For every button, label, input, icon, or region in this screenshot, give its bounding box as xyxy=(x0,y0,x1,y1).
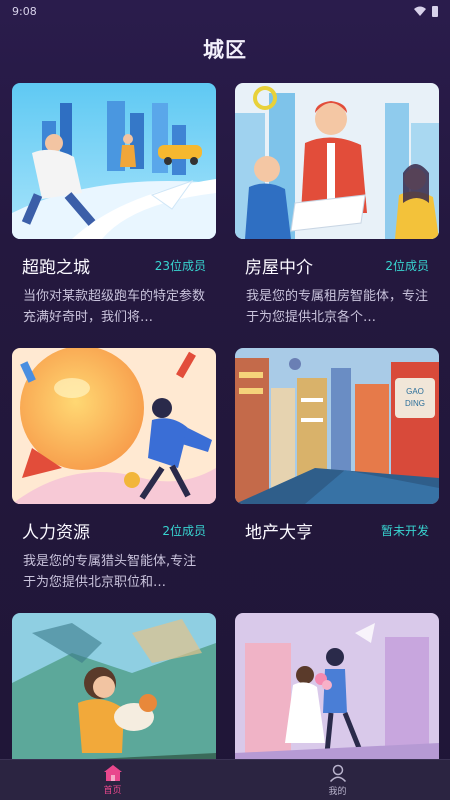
card-district-5[interactable] xyxy=(12,613,216,760)
tab-home-label: 首页 xyxy=(103,785,122,796)
svg-text:DING: DING xyxy=(405,399,425,408)
card-title: 超跑之城 xyxy=(22,258,90,278)
member-count-badge: 2位成员 xyxy=(162,524,206,538)
card-image: GAO DING xyxy=(235,348,439,504)
status-time: 9:08 xyxy=(12,4,37,18)
card-description xyxy=(235,551,439,593)
member-count-badge: 23位成员 xyxy=(154,259,206,273)
card-image xyxy=(12,83,216,239)
card-description: 当你对某款超级跑车的特定参数充满好奇时，我们将… xyxy=(23,289,206,325)
card-housing-agency[interactable]: 房屋中介 2位成员 我是您的专属租房智能体，专注于为您提供北京各个… xyxy=(235,83,439,328)
district-grid: 超跑之城 23位成员 当你对某款超级跑车的特定参数充满好奇时，我们将… 房屋中介… xyxy=(12,83,439,760)
card-title: 人力资源 xyxy=(22,523,90,543)
bottom-tab-bar: 首页 我的 xyxy=(0,759,450,800)
profile-icon xyxy=(329,764,346,782)
home-icon xyxy=(103,764,122,781)
card-image xyxy=(12,613,216,760)
card-human-resources[interactable]: 人力资源 2位成员 我是您的专属猎头智能体,专注于为您提供北京职位和… xyxy=(12,348,216,593)
svg-text:GAO: GAO xyxy=(406,387,424,396)
development-status-badge: 暂未开发 xyxy=(380,524,429,538)
card-title: 房屋中介 xyxy=(245,258,313,278)
card-description: 我是您的专属猎头智能体,专注于为您提供北京职位和… xyxy=(23,554,197,590)
card-title: 地产大亨 xyxy=(245,523,313,543)
wifi-icon xyxy=(414,6,426,16)
status-bar: 9:08 xyxy=(0,0,450,22)
card-supercar-city[interactable]: 超跑之城 23位成员 当你对某款超级跑车的特定参数充满好奇时，我们将… xyxy=(12,83,216,328)
status-icons xyxy=(414,5,438,17)
card-image xyxy=(12,348,216,504)
tab-profile[interactable]: 我的 xyxy=(225,760,450,800)
tab-profile-label: 我的 xyxy=(328,786,347,797)
card-image xyxy=(235,83,439,239)
card-description: 我是您的专属租房智能体，专注于为您提供北京各个… xyxy=(246,289,429,325)
card-district-6[interactable] xyxy=(235,613,439,760)
card-image xyxy=(235,613,439,760)
card-real-estate-tycoon[interactable]: GAO DING 地产大亨 暂未开发 xyxy=(235,348,439,593)
member-count-badge: 2位成员 xyxy=(385,259,429,273)
battery-icon xyxy=(432,5,438,17)
page-title: 城区 xyxy=(203,38,247,62)
tab-home[interactable]: 首页 xyxy=(0,760,225,800)
